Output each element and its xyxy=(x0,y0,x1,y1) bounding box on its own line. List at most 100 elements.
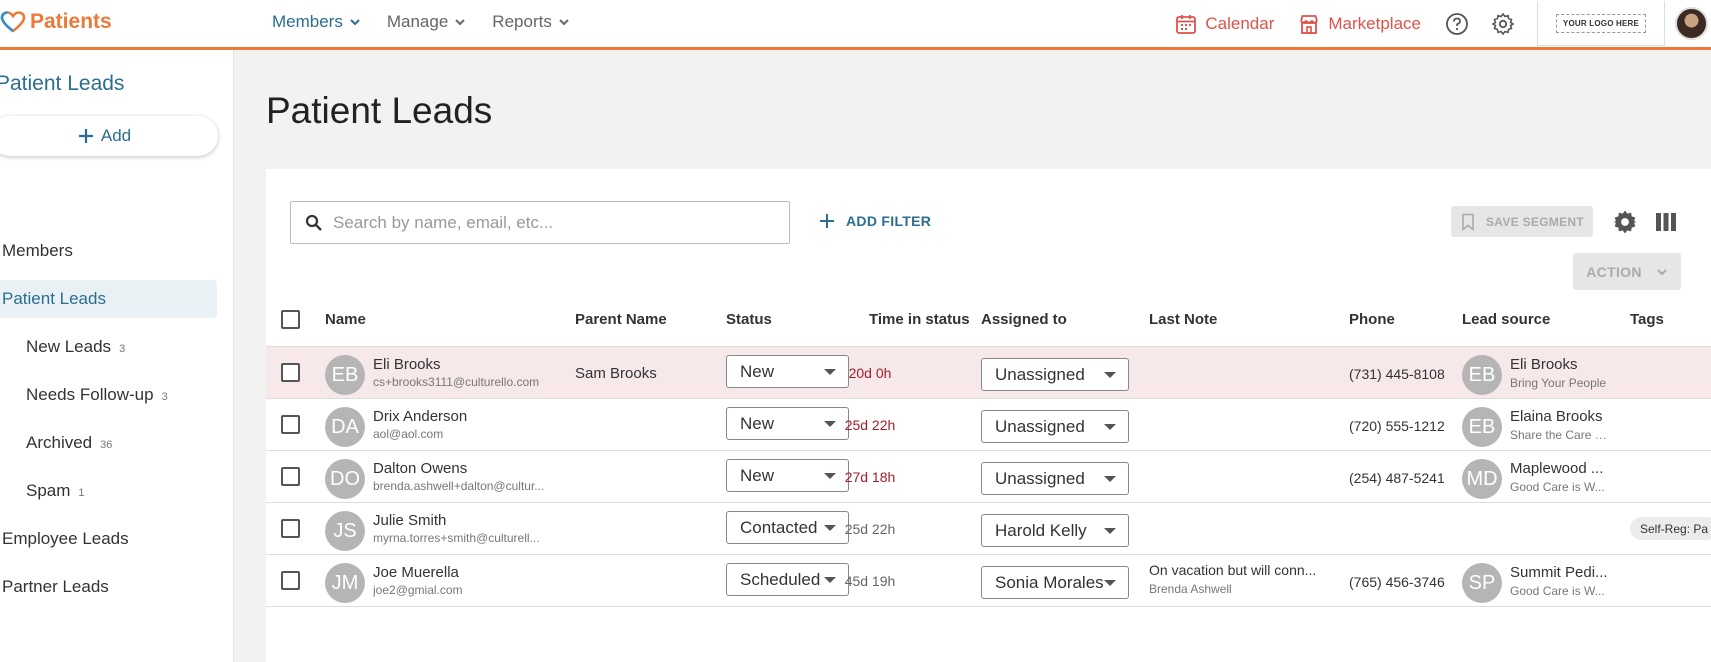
time-in-status: 25d 22h xyxy=(844,417,896,433)
lead-source-sub: Good Care is W... xyxy=(1510,584,1605,598)
assigned-select[interactable]: Unassigned xyxy=(981,462,1129,495)
avatar: JM xyxy=(325,563,365,603)
sidebar-item-label: Employee Leads xyxy=(2,529,129,548)
lead-name[interactable]: Joe Muerella xyxy=(373,564,459,581)
status-select[interactable]: Scheduled xyxy=(726,563,849,596)
sidebar-item-patient-leads[interactable]: Patient Leads xyxy=(0,280,217,318)
lead-name[interactable]: Eli Brooks xyxy=(373,356,441,373)
sidebar-item-employee-leads[interactable]: Employee Leads xyxy=(0,520,217,558)
lead-name[interactable]: Julie Smith xyxy=(373,512,446,529)
avatar: SP xyxy=(1462,563,1502,603)
table-row[interactable]: JM Joe Muerella joe2@gmial.com Scheduled… xyxy=(266,555,1711,607)
sidebar-item-label: Partner Leads xyxy=(2,577,109,596)
marketplace-link[interactable]: Marketplace xyxy=(1298,13,1421,35)
status-select[interactable]: New xyxy=(726,459,849,492)
lead-name[interactable]: Drix Anderson xyxy=(373,408,467,425)
sidebar-item-needs-follow-up[interactable]: Needs Follow-up 3 xyxy=(0,376,217,414)
caret-down-icon xyxy=(1104,528,1116,534)
row-checkbox[interactable] xyxy=(281,415,300,434)
calendar-link[interactable]: Calendar xyxy=(1175,13,1274,35)
status-value: Contacted xyxy=(740,517,818,537)
sidebar-item-new-leads[interactable]: New Leads 3 xyxy=(0,328,217,366)
sidebar-item-archived[interactable]: Archived 36 xyxy=(0,424,217,462)
assigned-select[interactable]: Unassigned xyxy=(981,358,1129,391)
columns-icon[interactable] xyxy=(1656,213,1676,231)
add-button[interactable]: Add xyxy=(0,116,218,156)
table-row[interactable]: DA Drix Anderson aol@aol.com New 25d 22h… xyxy=(266,399,1711,451)
sidebar-item-count: 1 xyxy=(78,486,85,499)
add-filter-button[interactable]: ADD FILTER xyxy=(818,212,931,230)
time-in-status: 27d 18h xyxy=(844,469,896,485)
assigned-select[interactable]: Unassigned xyxy=(981,410,1129,443)
search-input[interactable] xyxy=(333,212,773,233)
sidebar-item-label: Patient Leads xyxy=(2,289,106,308)
column-header-lead-source[interactable]: Lead source xyxy=(1462,311,1550,328)
add-label: Add xyxy=(100,126,132,145)
column-header-status[interactable]: Status xyxy=(726,311,772,328)
user-avatar[interactable] xyxy=(1675,7,1708,40)
action-label: ACTION xyxy=(1586,263,1642,280)
sidebar-item-spam[interactable]: Spam 1 xyxy=(0,472,217,510)
sidebar-item-count: 3 xyxy=(161,390,168,403)
top-bar: Patients Members Manage Reports Calendar… xyxy=(0,0,1711,50)
main-nav: Members Manage Reports xyxy=(272,12,570,32)
lead-email: joe2@gmial.com xyxy=(373,583,463,597)
nav-members[interactable]: Members xyxy=(272,12,361,32)
save-segment-label: SAVE SEGMENT xyxy=(1485,214,1585,229)
tag-chip[interactable]: Self-Reg: Pa xyxy=(1630,517,1711,540)
nav-reports[interactable]: Reports xyxy=(492,12,570,32)
column-header-tags[interactable]: Tags xyxy=(1630,311,1664,328)
status-value: Scheduled xyxy=(740,569,821,589)
row-checkbox[interactable] xyxy=(281,519,300,538)
column-header-phone[interactable]: Phone xyxy=(1349,311,1395,328)
table-row[interactable]: EB Eli Brooks cs+brooks3111@culturello.c… xyxy=(266,347,1711,399)
lead-source-name: Elaina Brooks xyxy=(1510,408,1603,425)
table-row[interactable]: JS Julie Smith myrna.torres+smith@cultur… xyxy=(266,503,1711,555)
nav-manage[interactable]: Manage xyxy=(387,12,466,32)
column-header-time-in-status[interactable]: Time in status xyxy=(869,311,970,328)
status-select[interactable]: New xyxy=(726,407,849,440)
row-checkbox[interactable] xyxy=(281,363,300,382)
sidebar-item-members[interactable]: Members xyxy=(0,232,217,270)
brand-logo[interactable]: Patients xyxy=(0,10,112,34)
column-header-last-note[interactable]: Last Note xyxy=(1149,311,1217,328)
status-select[interactable]: New xyxy=(726,355,849,388)
sidebar-item-count: 36 xyxy=(100,438,113,451)
company-logo[interactable]: YOUR LOGO HERE xyxy=(1537,1,1665,46)
status-select[interactable]: Contacted xyxy=(726,511,849,544)
phone: (720) 555-1212 xyxy=(1349,418,1445,434)
sidebar-title: Patient Leads xyxy=(0,72,125,95)
column-header-name[interactable]: Name xyxy=(325,311,366,328)
row-checkbox[interactable] xyxy=(281,571,300,590)
plus-icon xyxy=(78,129,93,143)
column-header-parent-name[interactable]: Parent Name xyxy=(575,311,667,328)
nav-members-label: Members xyxy=(272,12,343,31)
help-icon[interactable] xyxy=(1445,12,1469,36)
assigned-select[interactable]: Harold Kelly xyxy=(981,514,1129,547)
sidebar-item-partner-leads[interactable]: Partner Leads xyxy=(0,568,217,606)
leads-card: ADD FILTER SAVE SEGMENT ACTION Name Pare… xyxy=(266,169,1711,662)
search-box[interactable] xyxy=(290,201,790,244)
caret-down-icon xyxy=(1104,580,1116,586)
brand-name: Patients xyxy=(30,10,112,33)
status-value: New xyxy=(740,465,775,485)
assigned-value: Unassigned xyxy=(995,468,1085,488)
settings-gear-icon[interactable] xyxy=(1491,12,1515,36)
assigned-select[interactable]: Sonia Morales xyxy=(981,566,1129,599)
assigned-value: Unassigned xyxy=(995,416,1085,436)
last-note-author: Brenda Ashwell xyxy=(1149,582,1232,596)
action-dropdown[interactable]: ACTION xyxy=(1573,253,1681,290)
storefront-icon xyxy=(1300,14,1319,34)
lead-source-name: Eli Brooks xyxy=(1510,356,1578,373)
last-note: On vacation but will conn... xyxy=(1149,562,1317,578)
lead-name[interactable]: Dalton Owens xyxy=(373,460,467,477)
save-segment-button[interactable]: SAVE SEGMENT xyxy=(1451,206,1593,237)
column-header-assigned-to[interactable]: Assigned to xyxy=(981,311,1067,328)
nav-reports-label: Reports xyxy=(492,12,552,31)
table-row[interactable]: DO Dalton Owens brenda.ashwell+dalton@cu… xyxy=(266,451,1711,503)
select-all-checkbox[interactable] xyxy=(281,310,300,329)
table-settings-gear-icon[interactable] xyxy=(1612,209,1638,235)
page-title: Patient Leads xyxy=(266,90,493,131)
row-checkbox[interactable] xyxy=(281,467,300,486)
assigned-value: Sonia Morales xyxy=(995,572,1104,592)
